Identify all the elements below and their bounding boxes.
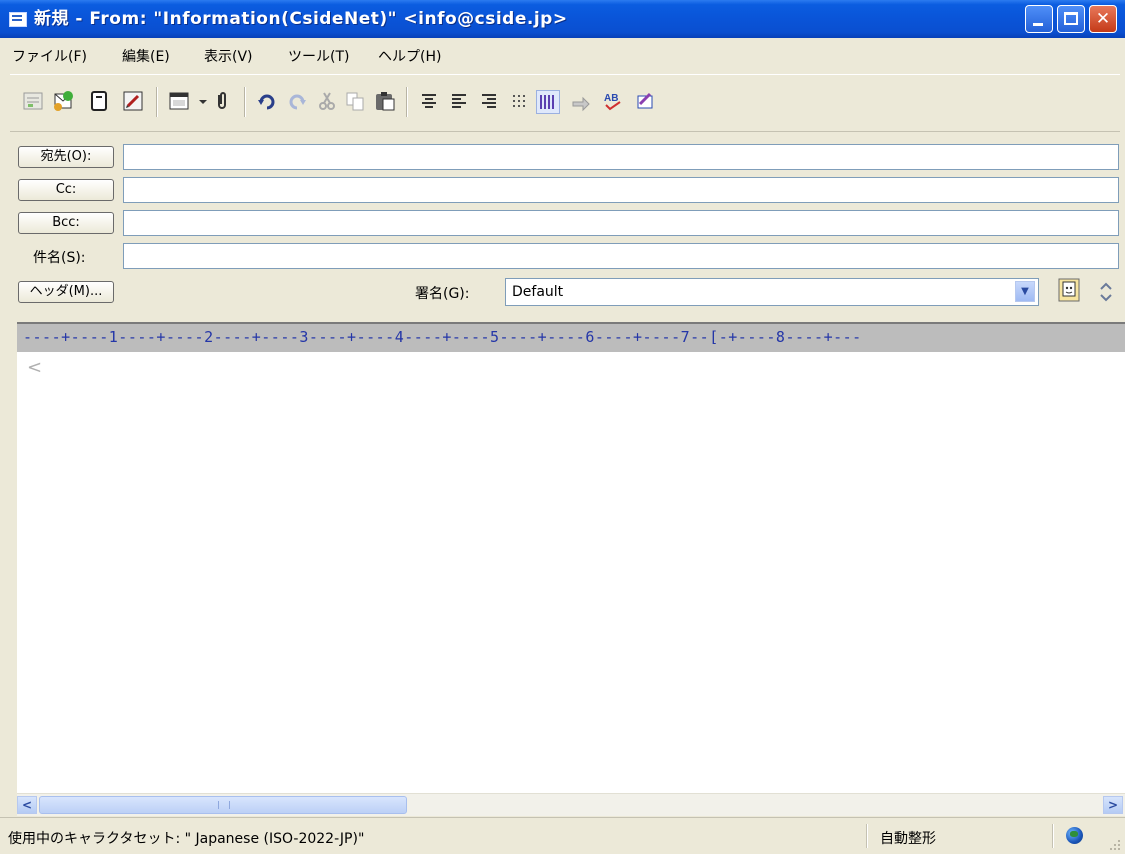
close-icon: ✕: [1095, 9, 1111, 29]
title-bar: 新規 - From: "Information(CsideNet)" <info…: [0, 0, 1125, 38]
align-left-icon[interactable]: [448, 90, 470, 112]
view-icon[interactable]: [168, 90, 190, 112]
ruler-scale: ----+----1----+----2----+----3----+----4…: [23, 328, 862, 346]
attach-icon[interactable]: [210, 90, 232, 112]
grip-icon: [218, 801, 230, 809]
status-bar: 使用中のキャラクタセット: " Japanese (ISO-2022-JP)" …: [0, 817, 1125, 854]
chevron-down-icon[interactable]: ▼: [1015, 281, 1035, 302]
body-caret: <: [27, 357, 43, 378]
svg-text:AB: AB: [604, 93, 618, 104]
menu-edit[interactable]: 編集(E): [122, 46, 170, 66]
spellcheck-icon[interactable]: AB: [602, 90, 624, 112]
window-title: 新規 - From: "Information(CsideNet)" <info…: [34, 9, 568, 29]
close-button[interactable]: ✕: [1089, 5, 1117, 33]
menu-help[interactable]: ヘルプ(H): [378, 46, 441, 66]
menu-tools[interactable]: ツール(T): [288, 46, 349, 66]
scroll-left-icon[interactable]: <: [17, 796, 37, 814]
compose-window: 新規 - From: "Information(CsideNet)" <info…: [0, 0, 1125, 854]
send-later-icon[interactable]: [22, 90, 44, 112]
minimize-button[interactable]: [1025, 5, 1053, 33]
wrap-icon[interactable]: [536, 90, 560, 114]
menu-file[interactable]: ファイル(F): [12, 46, 87, 66]
header-button[interactable]: ヘッダ(M)...: [18, 281, 114, 303]
resize-grip-icon[interactable]: [1108, 838, 1122, 852]
toolbar-separator: [244, 87, 246, 117]
to-button[interactable]: 宛先(O):: [18, 146, 114, 168]
signature-insert-icon[interactable]: [1058, 278, 1080, 302]
bcc-field[interactable]: [123, 210, 1119, 236]
menu-bar: ファイル(F) 編集(E) 表示(V) ツール(T) ヘルプ(H): [0, 38, 1125, 70]
ruler: ----+----1----+----2----+----3----+----4…: [17, 322, 1125, 353]
scroll-right-icon[interactable]: >: [1103, 796, 1123, 814]
signature-spin-icon[interactable]: [1097, 280, 1115, 304]
signature-select[interactable]: Default: [505, 278, 1039, 306]
globe-icon: [1066, 827, 1083, 844]
to-field[interactable]: [123, 144, 1119, 170]
bcc-button[interactable]: Bcc:: [18, 212, 114, 234]
maximize-button[interactable]: [1057, 5, 1085, 33]
undo-icon[interactable]: [256, 90, 278, 112]
toolbar-separator: [156, 87, 158, 117]
send-icon[interactable]: [52, 90, 74, 112]
subject-label: 件名(S):: [33, 250, 86, 266]
address-book-icon[interactable]: [88, 90, 110, 112]
menu-view[interactable]: 表示(V): [204, 46, 253, 66]
cc-field[interactable]: [123, 177, 1119, 203]
toolbar-separator: [406, 87, 408, 117]
cc-button[interactable]: Cc:: [18, 179, 114, 201]
toolbar: AB: [10, 74, 1120, 132]
subject-field[interactable]: [123, 243, 1119, 269]
paste-icon[interactable]: [374, 90, 396, 112]
sign-icon[interactable]: [634, 90, 656, 112]
maximize-icon: [1064, 12, 1078, 25]
status-divider: [866, 824, 868, 848]
redo-icon[interactable]: [286, 90, 308, 112]
horizontal-scrollbar[interactable]: < >: [17, 793, 1125, 816]
status-divider: [1052, 824, 1054, 848]
wrap-status[interactable]: 自動整形: [880, 828, 936, 848]
charset-status: 使用中のキャラクタセット: " Japanese (ISO-2022-JP)": [8, 831, 365, 847]
minimize-icon: [1033, 23, 1043, 26]
edit-icon[interactable]: [122, 90, 144, 112]
cut-icon[interactable]: [316, 90, 338, 112]
message-body[interactable]: <: [17, 352, 1125, 793]
align-center-icon[interactable]: [418, 90, 440, 112]
align-right-icon[interactable]: [478, 90, 500, 112]
signature-label: 署名(G):: [415, 286, 470, 302]
quote-icon[interactable]: [570, 90, 592, 112]
scrollbar-thumb[interactable]: [39, 796, 407, 814]
mail-app-icon: [9, 12, 27, 27]
list-icon[interactable]: [508, 90, 530, 112]
copy-icon[interactable]: [344, 90, 366, 112]
